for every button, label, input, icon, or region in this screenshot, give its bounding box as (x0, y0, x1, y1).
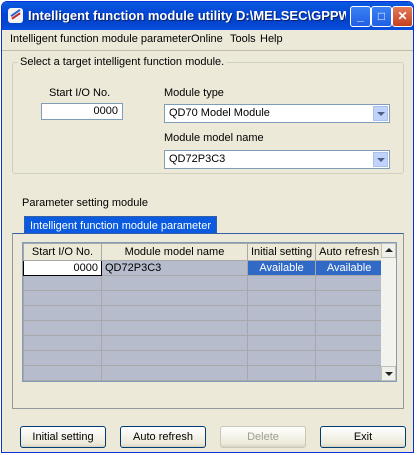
table-row[interactable] (23, 380, 384, 381)
column-header-start-io[interactable]: Start I/O No. (23, 243, 102, 261)
cell-empty[interactable] (315, 320, 384, 336)
table-row[interactable] (23, 275, 384, 291)
start-io-label: Start I/O No. (49, 87, 111, 99)
cell-empty[interactable] (315, 380, 384, 381)
table-row[interactable] (23, 320, 384, 336)
cell-empty[interactable] (23, 350, 102, 366)
start-io-input[interactable]: 0000 (41, 103, 123, 120)
cell-empty[interactable] (23, 365, 102, 381)
cell-empty[interactable] (315, 305, 384, 321)
minimize-button[interactable]: _ (350, 6, 371, 27)
close-button[interactable]: ✕ (392, 6, 413, 27)
cell-empty[interactable] (23, 320, 102, 336)
auto-refresh-button[interactable]: Auto refresh (120, 426, 206, 448)
cell-empty[interactable] (315, 335, 384, 351)
dropdown-arrow-icon[interactable] (373, 152, 388, 167)
utility-window: Intelligent function module utility D:\M… (1, 1, 414, 453)
parameter-setting-label: Parameter setting module (22, 197, 148, 209)
cell-initial-setting[interactable]: Available (246, 260, 317, 276)
table-row[interactable] (23, 290, 384, 306)
initial-setting-button[interactable]: Initial setting (20, 426, 106, 448)
module-name-value: QD72P3C3 (169, 153, 226, 165)
cell-empty[interactable] (315, 350, 384, 366)
table-row[interactable] (23, 365, 384, 381)
cell-empty[interactable] (101, 305, 248, 321)
module-name-select[interactable]: QD72P3C3 (164, 150, 390, 169)
cell-empty[interactable] (315, 365, 384, 381)
module-type-select[interactable]: QD70 Model Module (164, 104, 390, 123)
cell-empty[interactable] (101, 380, 248, 381)
cell-empty[interactable] (246, 365, 317, 381)
cell-empty[interactable] (246, 380, 317, 381)
menu-tools[interactable]: Tools (230, 33, 256, 45)
cell-empty[interactable] (101, 365, 248, 381)
cell-empty[interactable] (23, 275, 102, 291)
cell-empty[interactable] (101, 275, 248, 291)
cell-empty[interactable] (101, 335, 248, 351)
menu-intelligent-function-module-parameter[interactable]: Intelligent function module parameter (10, 33, 191, 45)
target-module-legend: Select a target intelligent function mod… (18, 56, 227, 68)
module-type-value: QD70 Model Module (169, 107, 270, 119)
cell-empty[interactable] (101, 320, 248, 336)
cell-empty[interactable] (101, 350, 248, 366)
parameter-table: Start I/O No. Module model name Initial … (23, 243, 384, 381)
window-title: Intelligent function module utility D:\M… (28, 8, 346, 23)
column-header-module-model-name[interactable]: Module model name (101, 243, 248, 261)
cell-start-io[interactable]: 0000 (23, 260, 102, 276)
title-bar[interactable]: Intelligent function module utility D:\M… (2, 2, 413, 30)
scroll-up-icon[interactable] (381, 243, 396, 258)
table-row[interactable]: 0000 QD72P3C3 Available Available (23, 260, 384, 276)
table-row[interactable] (23, 350, 384, 366)
table-row[interactable] (23, 335, 384, 351)
table-row[interactable] (23, 305, 384, 321)
column-header-auto-refresh[interactable]: Auto refresh (315, 243, 384, 261)
menu-online[interactable]: Online (191, 33, 223, 45)
cell-empty[interactable] (101, 290, 248, 306)
module-name-label: Module model name (164, 132, 264, 144)
scroll-down-icon[interactable] (381, 366, 396, 381)
cell-empty[interactable] (246, 290, 317, 306)
cell-empty[interactable] (246, 335, 317, 351)
app-icon (8, 8, 23, 23)
cell-module-model-name[interactable]: QD72P3C3 (101, 260, 248, 276)
cell-empty[interactable] (246, 275, 317, 291)
dropdown-arrow-icon[interactable] (373, 106, 388, 121)
cell-empty[interactable] (246, 320, 317, 336)
exit-button[interactable]: Exit (320, 426, 406, 448)
cell-empty[interactable] (23, 290, 102, 306)
menu-bar: Intelligent function module parameter On… (2, 30, 413, 51)
delete-button[interactable]: Delete (220, 426, 306, 448)
cell-empty[interactable] (23, 305, 102, 321)
cell-empty[interactable] (23, 380, 102, 381)
vertical-scrollbar[interactable] (381, 243, 396, 381)
menu-help[interactable]: Help (260, 33, 283, 45)
cell-empty[interactable] (315, 290, 384, 306)
cell-empty[interactable] (246, 305, 317, 321)
cell-auto-refresh[interactable]: Available (315, 260, 384, 276)
cell-empty[interactable] (315, 275, 384, 291)
column-header-initial-setting[interactable]: Initial setting (246, 243, 317, 261)
parameter-grid: Start I/O No. Module model name Initial … (22, 242, 397, 382)
cell-empty[interactable] (246, 350, 317, 366)
module-type-label: Module type (164, 87, 224, 99)
maximize-button[interactable]: □ (371, 6, 392, 27)
cell-empty[interactable] (23, 335, 102, 351)
